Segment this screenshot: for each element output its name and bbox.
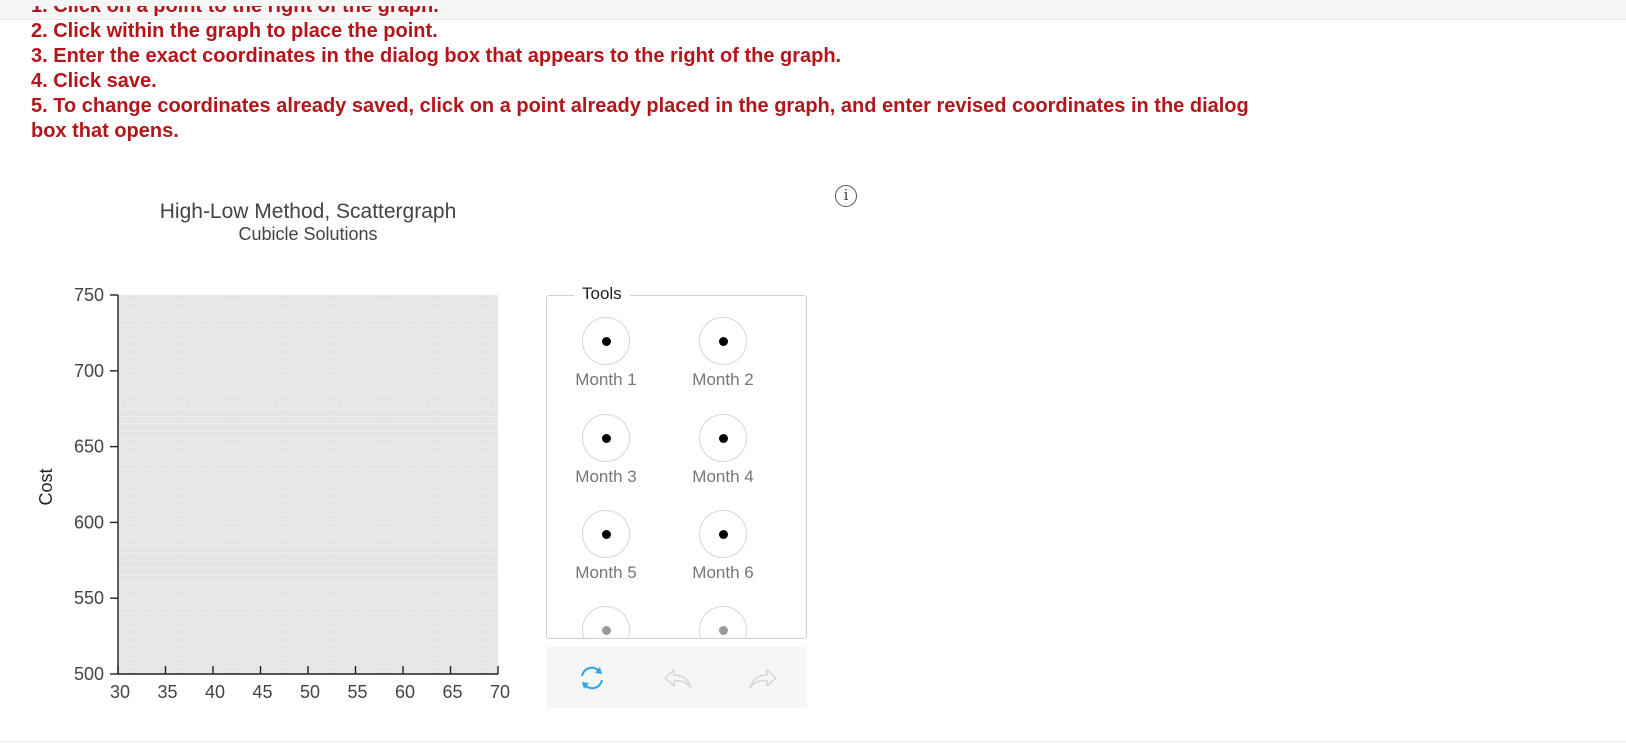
y-tick-label: 550 bbox=[74, 588, 104, 608]
y-tick-label: 700 bbox=[74, 361, 104, 381]
tool-month-4[interactable]: Month 4 bbox=[668, 414, 778, 487]
y-tick-label: 500 bbox=[74, 664, 104, 684]
tool-label: Month 2 bbox=[692, 370, 754, 389]
point-tool-icon bbox=[699, 414, 747, 462]
redo-button[interactable] bbox=[746, 662, 780, 694]
tool-label: Month 5 bbox=[575, 563, 637, 582]
tool-label: Month 4 bbox=[692, 467, 754, 486]
point-tool-icon bbox=[699, 606, 747, 638]
y-tick-label: 650 bbox=[74, 437, 104, 457]
x-tick-label: 60 bbox=[395, 682, 415, 702]
point-tool-icon bbox=[582, 510, 630, 558]
x-tick-label: 50 bbox=[300, 682, 320, 702]
y-tick-label: 750 bbox=[74, 285, 104, 305]
reset-button[interactable] bbox=[575, 662, 609, 694]
point-tool-icon bbox=[582, 317, 630, 365]
tool-month-2[interactable]: Month 2 bbox=[668, 317, 778, 390]
reset-icon bbox=[581, 666, 603, 690]
undo-icon bbox=[664, 669, 692, 689]
bottom-divider bbox=[0, 741, 1626, 742]
tools-panel: Month 1 Month 2 Month 3 Month 4 Month 5 … bbox=[546, 295, 807, 639]
tool-month-3[interactable]: Month 3 bbox=[551, 414, 661, 487]
tool-month-5[interactable]: Month 5 bbox=[551, 510, 661, 583]
x-tick-label: 45 bbox=[252, 682, 272, 702]
x-tick-label: 55 bbox=[347, 682, 367, 702]
y-tick-label: 600 bbox=[74, 512, 104, 532]
info-icon[interactable]: i bbox=[835, 185, 857, 207]
x-tick-label: 40 bbox=[205, 682, 225, 702]
point-tool-icon bbox=[582, 606, 630, 638]
point-tool-icon bbox=[699, 317, 747, 365]
x-tick-label: 35 bbox=[157, 682, 177, 702]
undo-button[interactable] bbox=[661, 662, 695, 694]
tools-legend: Tools bbox=[574, 283, 630, 305]
tool-month-1[interactable]: Month 1 bbox=[551, 317, 661, 390]
tool-label: Month 3 bbox=[575, 467, 637, 486]
x-tick-label: 30 bbox=[110, 682, 130, 702]
tool-month-8[interactable] bbox=[668, 606, 778, 638]
redo-icon bbox=[749, 669, 777, 689]
x-tick-label: 65 bbox=[442, 682, 462, 702]
point-tool-icon bbox=[582, 414, 630, 462]
action-bar bbox=[546, 647, 807, 708]
x-tick-label: 70 bbox=[490, 682, 510, 702]
tool-month-7[interactable] bbox=[551, 606, 661, 638]
tool-label: Month 1 bbox=[575, 370, 637, 389]
tool-label: Month 6 bbox=[692, 563, 754, 582]
point-tool-icon bbox=[699, 510, 747, 558]
scattergraph-chart: 500 550 600 650 700 750 30 35 40 45 50 55 60 65 70 Cos… bbox=[36, 285, 510, 702]
tool-month-6[interactable]: Month 6 bbox=[668, 510, 778, 583]
y-axis-label: Cost bbox=[36, 468, 56, 505]
